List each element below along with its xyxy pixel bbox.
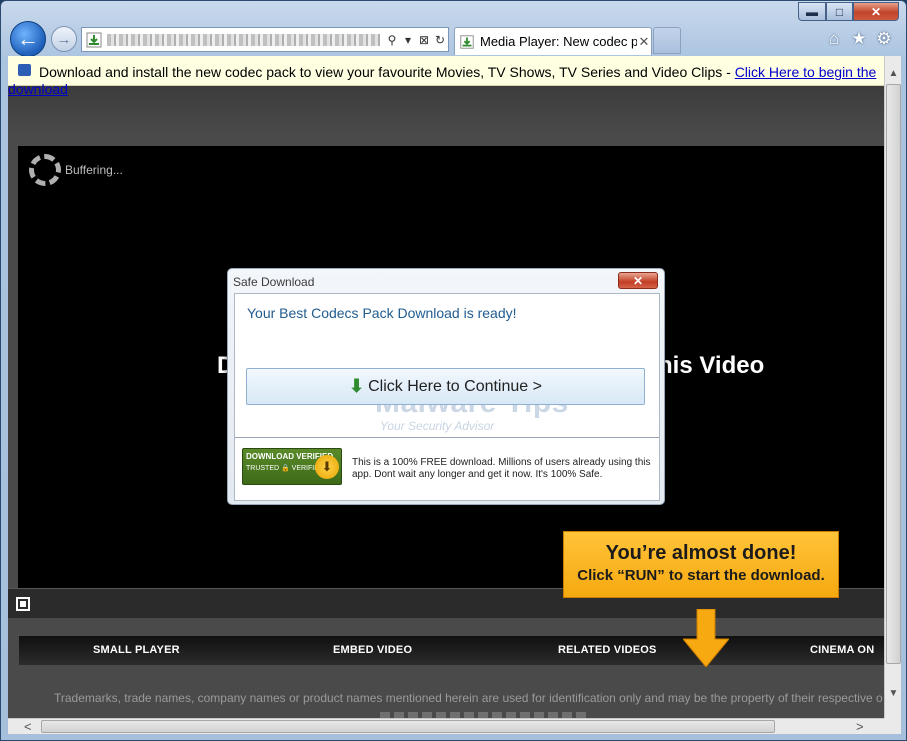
back-button[interactable]: ← xyxy=(10,21,46,57)
notification-icon xyxy=(18,64,31,76)
dropdown-icon[interactable]: ▾ xyxy=(400,31,416,49)
browser-window: ▬ □ ✕ ← → ⚲ ▾ ⊠ ↻ Media Player: New code… xyxy=(0,0,907,741)
download-page-icon xyxy=(86,32,102,47)
vertical-scroll-thumb[interactable] xyxy=(886,84,901,664)
address-url-blurred[interactable] xyxy=(107,33,380,46)
player-headline-right: his Video xyxy=(658,352,765,379)
forward-arrow-icon: → xyxy=(56,30,72,48)
dialog-ready-text: Your Best Codecs Pack Download is ready! xyxy=(247,305,517,321)
nav-embed-video[interactable]: EMBED VIDEO xyxy=(333,644,412,656)
watermark-tagline: Your Security Advisor xyxy=(380,419,495,433)
buffering-spinner-icon xyxy=(29,154,61,186)
minimize-button[interactable]: ▬ xyxy=(798,2,826,21)
close-window-button[interactable]: ✕ xyxy=(853,2,899,21)
horizontal-scroll-thumb[interactable] xyxy=(41,720,775,733)
search-icon[interactable]: ⚲ xyxy=(384,31,400,49)
back-arrow-icon: ← xyxy=(17,26,39,51)
badge-bottom-text: TRUSTED 🔒 VERIFIED xyxy=(246,465,324,472)
nav-cinema-on[interactable]: CINEMA ON xyxy=(810,644,874,656)
nav-small-player[interactable]: SMALL PLAYER xyxy=(93,644,180,656)
scroll-left-icon[interactable]: < xyxy=(24,719,32,734)
fullscreen-icon[interactable] xyxy=(16,597,30,611)
tab-close-icon[interactable]: ✕ xyxy=(637,34,651,50)
buffering-text: Buffering... xyxy=(65,163,123,177)
callout-title: You’re almost done! xyxy=(605,542,797,564)
forward-button[interactable]: → xyxy=(51,26,77,52)
notification-link-overflow[interactable]: download xyxy=(8,81,68,97)
dialog-body: Your Best Codecs Pack Download is ready!… xyxy=(234,293,660,501)
tab-download-icon xyxy=(460,34,474,49)
home-icon[interactable]: ⌂ xyxy=(824,29,844,49)
dialog-close-button[interactable]: ✕ xyxy=(618,272,658,289)
safe-download-dialog: Safe Download ✕ Your Best Codecs Pack Do… xyxy=(227,268,665,505)
notification-link[interactable]: Click Here to begin the xyxy=(735,64,877,80)
download-verified-badge: DOWNLOAD VERIFIED TRUSTED 🔒 VERIFIED ⬇ xyxy=(242,448,342,485)
maximize-button[interactable]: □ xyxy=(826,2,853,21)
player-nav-strip: SMALL PLAYER EMBED VIDEO RELATED VIDEOS … xyxy=(19,636,884,665)
page-content: Buffering... D his Video SMALL PLAYER EM… xyxy=(8,86,884,718)
favorites-icon[interactable]: ★ xyxy=(849,29,869,49)
address-bar[interactable]: ⚲ ▾ ⊠ ↻ xyxy=(81,27,449,52)
notification-text: Download and install the new codec pack … xyxy=(39,64,735,80)
tab-media-player[interactable]: Media Player: New codec p... ✕ xyxy=(454,27,652,55)
dialog-note: This is a 100% FREE download. Millions o… xyxy=(352,457,651,480)
refresh-icon[interactable]: ↻ xyxy=(432,31,448,49)
badge-download-icon: ⬇ xyxy=(315,455,339,479)
scrollbar-corner xyxy=(884,718,901,734)
horizontal-scrollbar[interactable]: < > xyxy=(8,718,884,734)
run-callout: You’re almost done! Click “RUN” to start… xyxy=(563,531,839,598)
footer-text: Trademarks, trade names, company names o… xyxy=(54,691,883,705)
scroll-right-icon[interactable]: > xyxy=(856,719,864,734)
vertical-scrollbar[interactable]: ▲ ▼ xyxy=(884,56,901,718)
nav-related-videos[interactable]: RELATED VIDEOS xyxy=(558,644,657,656)
callout-subtitle: Click “RUN” to start the download. xyxy=(577,567,825,584)
page-header-band xyxy=(8,86,884,136)
down-arrow-icon xyxy=(683,609,729,667)
download-icon: ⬇ xyxy=(349,376,365,396)
dialog-divider xyxy=(235,437,659,438)
compatibility-icon[interactable]: ⊠ xyxy=(416,31,432,49)
tools-gear-icon[interactable]: ⚙ xyxy=(874,29,894,49)
new-tab-button[interactable] xyxy=(653,27,681,54)
scroll-up-icon[interactable]: ▲ xyxy=(885,68,902,82)
continue-button[interactable]: ⬇ Click Here to Continue > xyxy=(246,368,645,405)
notification-bar: Download and install the new codec pack … xyxy=(8,56,884,86)
tab-title: Media Player: New codec p... xyxy=(480,34,637,49)
continue-label: Click Here to Continue > xyxy=(368,377,542,395)
dialog-title: Safe Download xyxy=(233,275,315,289)
scroll-down-icon[interactable]: ▼ xyxy=(885,688,902,702)
